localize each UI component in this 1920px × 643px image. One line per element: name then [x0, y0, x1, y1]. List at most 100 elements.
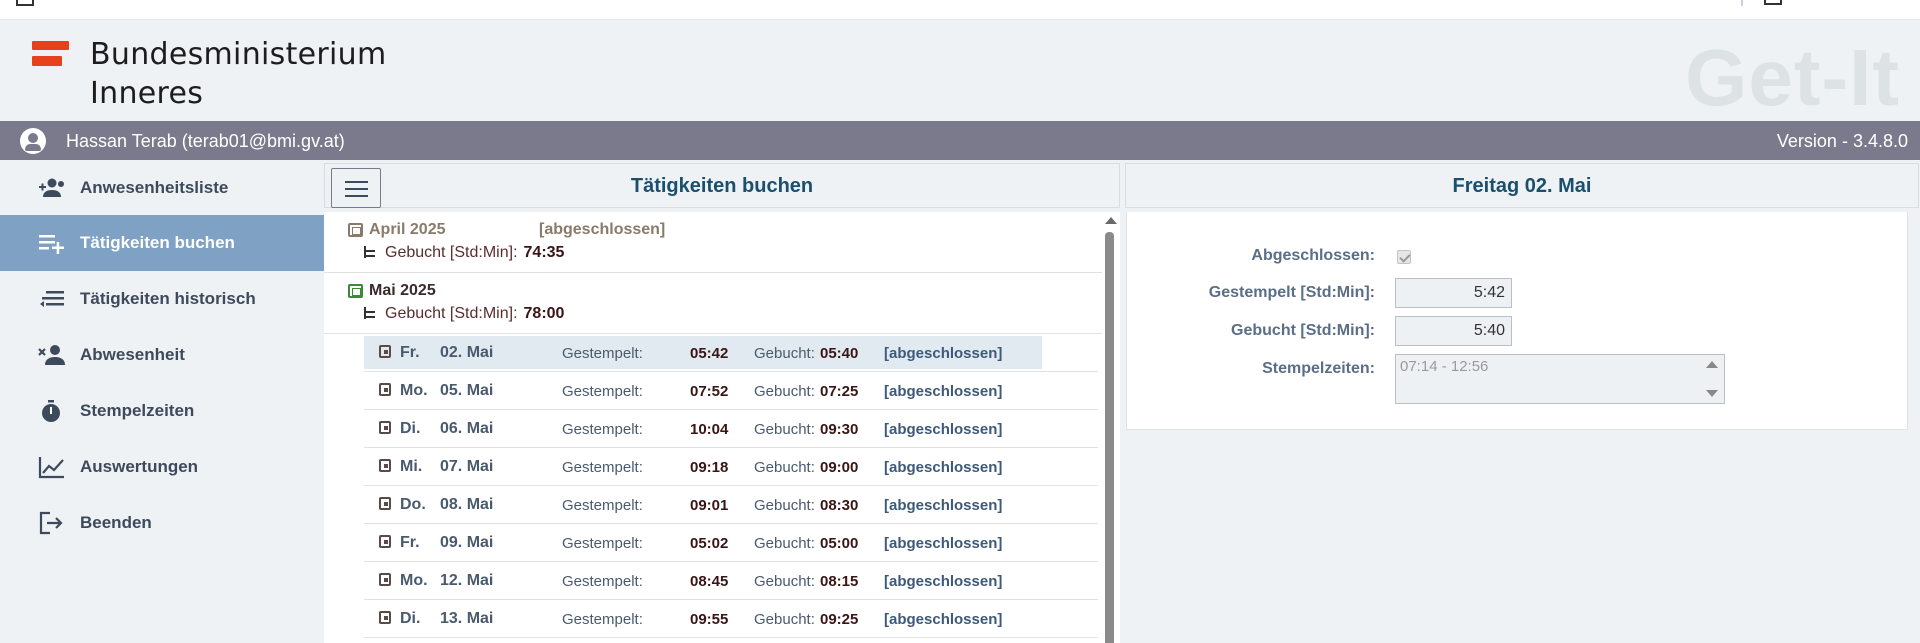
day-status: [abgeschlossen]: [884, 611, 1003, 628]
window-icon[interactable]: [1764, 0, 1782, 5]
sum-value: 74:35: [523, 244, 565, 261]
day-status: [abgeschlossen]: [884, 345, 1003, 362]
month-sum: Gebucht [Std:Min]: 78:00: [364, 305, 564, 323]
gestempelt-label: Gestempelt:: [562, 345, 643, 362]
person-remove-icon: [38, 345, 65, 365]
tree-icon: [364, 307, 377, 319]
gestempelt-label: Gestempelt:: [562, 611, 643, 628]
gestempelt-value: 10:04: [690, 421, 729, 438]
sidebar-item-label: Beenden: [80, 513, 152, 532]
sidebar-item-label: Tätigkeiten historisch: [80, 289, 256, 308]
gestempelt-value: 09:55: [690, 611, 729, 628]
stempelzeiten-value: 07:14 - 12:56: [1400, 358, 1489, 375]
main-content: Tätigkeiten buchen Freitag 02. Mai April…: [324, 160, 1920, 643]
people-add-icon: [39, 178, 64, 197]
tree-icon: [364, 246, 377, 258]
calendar-day-icon: [379, 497, 391, 510]
gebucht-value: 05:40: [820, 345, 859, 362]
abgeschlossen-label: Abgeschlossen:: [1251, 247, 1375, 264]
divider: [1741, 0, 1743, 6]
logout-icon: [39, 511, 63, 535]
month-sum: Gebucht [Std:Min]: 74:35: [364, 244, 564, 262]
app-header: Bundesministerium Inneres Get-It: [0, 20, 1920, 122]
gestempelt-value: 08:45: [690, 573, 729, 590]
gebucht-label: Gebucht:: [754, 421, 815, 438]
list-scrollbar[interactable]: [1102, 212, 1120, 643]
austria-flag-logo: [32, 41, 69, 50]
weekday: Mo.: [400, 382, 428, 399]
calendar-day-icon: [379, 573, 391, 586]
day-row[interactable]: Di. 06. Mai Gestempelt: 10:04 Gebucht: 0…: [364, 410, 1098, 448]
month-row-mai[interactable]: Mai 2025 Gebucht [Std:Min]: 78:00: [324, 273, 1102, 334]
day-row[interactable]: Do. 08. Mai Gestempelt: 09:01 Gebucht: 0…: [364, 486, 1098, 524]
sidebar-item-abwesenheit[interactable]: Abwesenheit: [0, 327, 324, 383]
day-status: [abgeschlossen]: [884, 497, 1003, 514]
sum-value: 78:00: [523, 305, 565, 322]
day-row[interactable]: Fr. 02. Mai Gestempelt: 05:42 Gebucht: 0…: [364, 334, 1098, 372]
textarea-scroll-up-icon[interactable]: [1706, 361, 1718, 368]
sidebar-item-taetigkeiten-historisch[interactable]: Tätigkeiten historisch: [0, 271, 324, 327]
sidebar-item-beenden[interactable]: Beenden: [0, 495, 324, 551]
gestempelt-value: 05:42: [690, 345, 729, 362]
month-row-april[interactable]: April 2025 [abgeschlossen] Gebucht [Std:…: [324, 212, 1102, 273]
gebucht-value: 09:30: [820, 421, 859, 438]
gestempelt-label: Gestempelt:: [562, 535, 643, 552]
activity-list: April 2025 [abgeschlossen] Gebucht [Std:…: [324, 212, 1102, 643]
sum-label: Gebucht [Std:Min]:: [385, 305, 518, 322]
sidebar-item-taetigkeiten-buchen[interactable]: Tätigkeiten buchen: [0, 215, 324, 271]
gebucht-label: Gebucht:: [754, 573, 815, 590]
weekday: Di.: [400, 420, 421, 437]
calendar-day-icon: [379, 383, 391, 396]
day-status: [abgeschlossen]: [884, 573, 1003, 590]
stempelzeiten-label: Stempelzeiten:: [1262, 360, 1375, 377]
product-logo: Get-It: [1685, 33, 1900, 122]
day-status: [abgeschlossen]: [884, 383, 1003, 400]
gestempelt-label: Gestempelt:: [562, 573, 643, 590]
scroll-up-arrow-icon[interactable]: [1105, 217, 1117, 224]
scrollbar-thumb[interactable]: [1105, 232, 1114, 643]
gebucht-value: 08:15: [820, 573, 859, 590]
day-row[interactable]: Fr. 09. Mai Gestempelt: 05:02 Gebucht: 0…: [364, 524, 1098, 562]
weekday: Do.: [400, 496, 426, 513]
date: 05. Mai: [440, 382, 494, 399]
gebucht-label: Gebucht [Std:Min]:: [1231, 322, 1375, 339]
gestempelt-field[interactable]: 5:42: [1395, 278, 1512, 308]
user-bar: Hassan Terab (terab01@bmi.gv.at) Version…: [0, 121, 1920, 160]
day-status: [abgeschlossen]: [884, 421, 1003, 438]
gestempelt-value: 05:02: [690, 535, 729, 552]
calendar-month-icon: [348, 223, 363, 237]
weekday: Mi.: [400, 458, 423, 475]
gestempelt-value: 09:01: [690, 497, 729, 514]
abgeschlossen-checkbox[interactable]: [1397, 250, 1411, 264]
browser-top-strip: [0, 0, 1920, 20]
stempelzeiten-textarea[interactable]: 07:14 - 12:56: [1395, 354, 1725, 404]
day-row[interactable]: Mo. 12. Mai Gestempelt: 08:45 Gebucht: 0…: [364, 562, 1098, 600]
line-chart-icon: [38, 457, 64, 479]
date: 09. Mai: [440, 534, 494, 551]
day-row[interactable]: Mo. 05. Mai Gestempelt: 07:52 Gebucht: 0…: [364, 372, 1098, 410]
sidebar-item-stempelzeiten[interactable]: Stempelzeiten: [0, 383, 324, 439]
sidebar-item-auswertungen[interactable]: Auswertungen: [0, 439, 324, 495]
sidebar: Anwesenheitsliste Tätigkeiten buchen Tät…: [0, 160, 324, 643]
sidebar-item-label: Auswertungen: [80, 457, 199, 476]
calendar-day-icon: [379, 345, 391, 358]
day-row[interactable]: Di. 13. Mai Gestempelt: 09:55 Gebucht: 0…: [364, 600, 1098, 638]
list-panel-header: Tätigkeiten buchen: [324, 163, 1120, 208]
calendar-day-icon: [379, 611, 391, 624]
weekday: Mo.: [400, 572, 428, 589]
date: 07. Mai: [440, 458, 494, 475]
grid-icon[interactable]: [16, 0, 34, 6]
gebucht-field[interactable]: 5:40: [1395, 316, 1512, 346]
month-name: April 2025: [369, 221, 446, 238]
user-circle-icon[interactable]: [20, 128, 46, 154]
gebucht-label: Gebucht:: [754, 497, 815, 514]
version-label: Version - 3.4.8.0: [1776, 131, 1908, 151]
textarea-scroll-down-icon[interactable]: [1706, 390, 1718, 397]
gebucht-value: 07:25: [820, 383, 859, 400]
day-row[interactable]: Mi. 07. Mai Gestempelt: 09:18 Gebucht: 0…: [364, 448, 1098, 486]
gebucht-label: Gebucht:: [754, 383, 815, 400]
gebucht-value: 09:00: [820, 459, 859, 476]
gestempelt-label: Gestempelt:: [562, 421, 643, 438]
sidebar-item-anwesenheitsliste[interactable]: Anwesenheitsliste: [0, 160, 324, 216]
ministry-name-sub: Inneres: [90, 76, 204, 111]
